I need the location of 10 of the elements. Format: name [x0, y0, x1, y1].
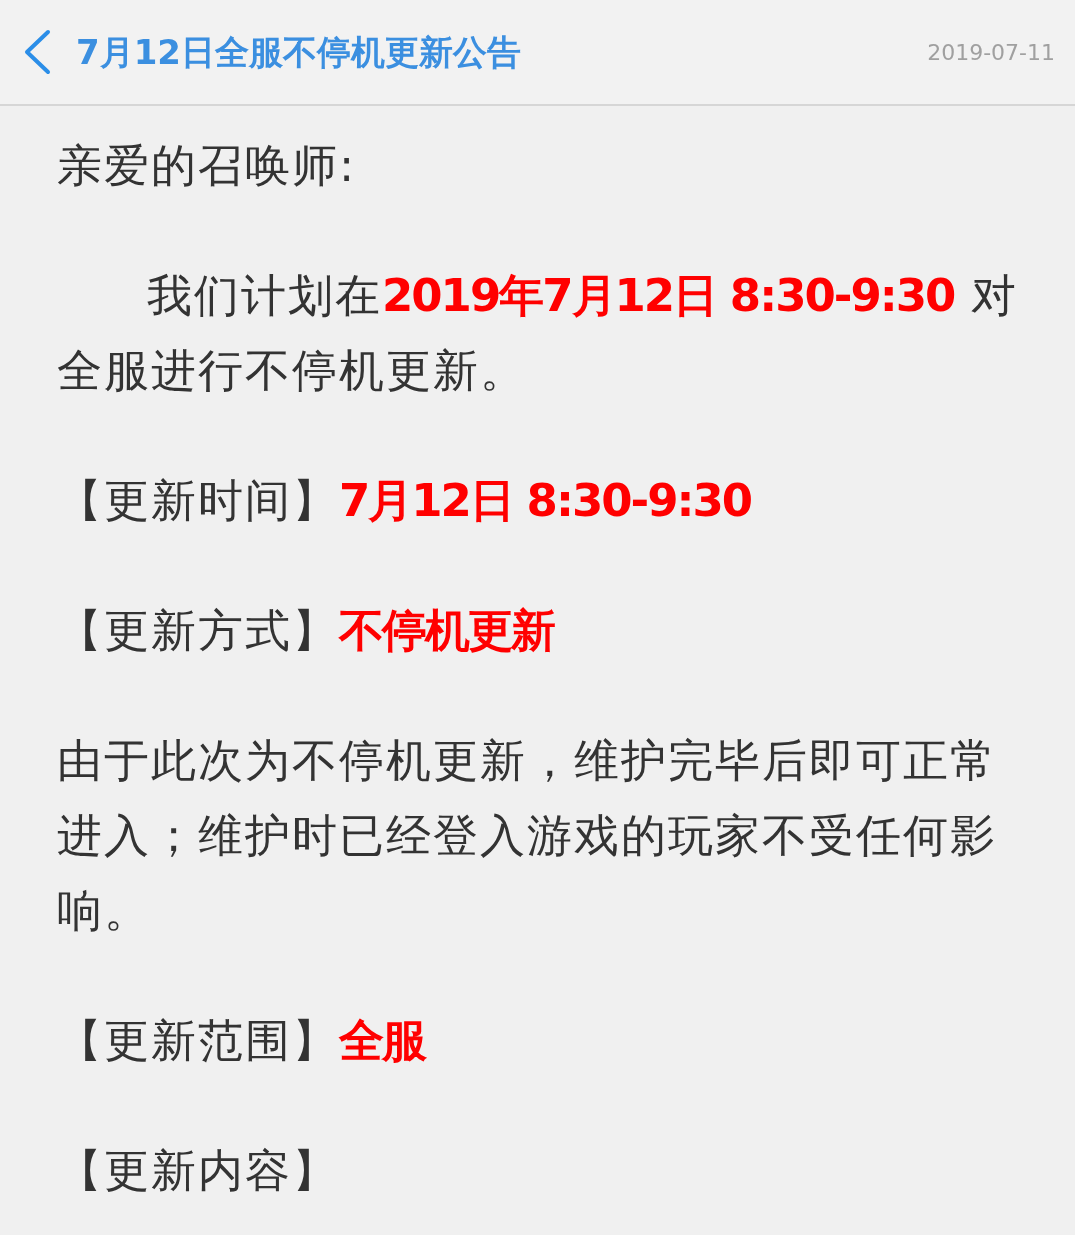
- paragraph-text: 由于此次为不停机更新，维护完毕后即可正常进入；维护时已经登入游戏的玩家不受任何影响。: [57, 733, 998, 939]
- paragraph-text: 我们计划在2019年7月12日 8:30-9:30 对全服进行不停机更新。: [57, 268, 1019, 399]
- post-date: 2019-07-11: [927, 38, 1055, 67]
- back-icon[interactable]: [22, 29, 52, 75]
- paragraph-text: 【更新范围】全服: [57, 1013, 428, 1069]
- paragraph-text: 【更新时间】7月12日 8:30-9:30: [57, 473, 753, 529]
- paragraph-text: 【更新方式】不停机更新: [57, 603, 556, 659]
- page-title: 7月12日全服不停机更新公告: [76, 30, 521, 74]
- paragraph-text: 【更新内容】: [57, 1143, 340, 1199]
- paragraph-text: 亲爱的召唤师:: [57, 138, 358, 194]
